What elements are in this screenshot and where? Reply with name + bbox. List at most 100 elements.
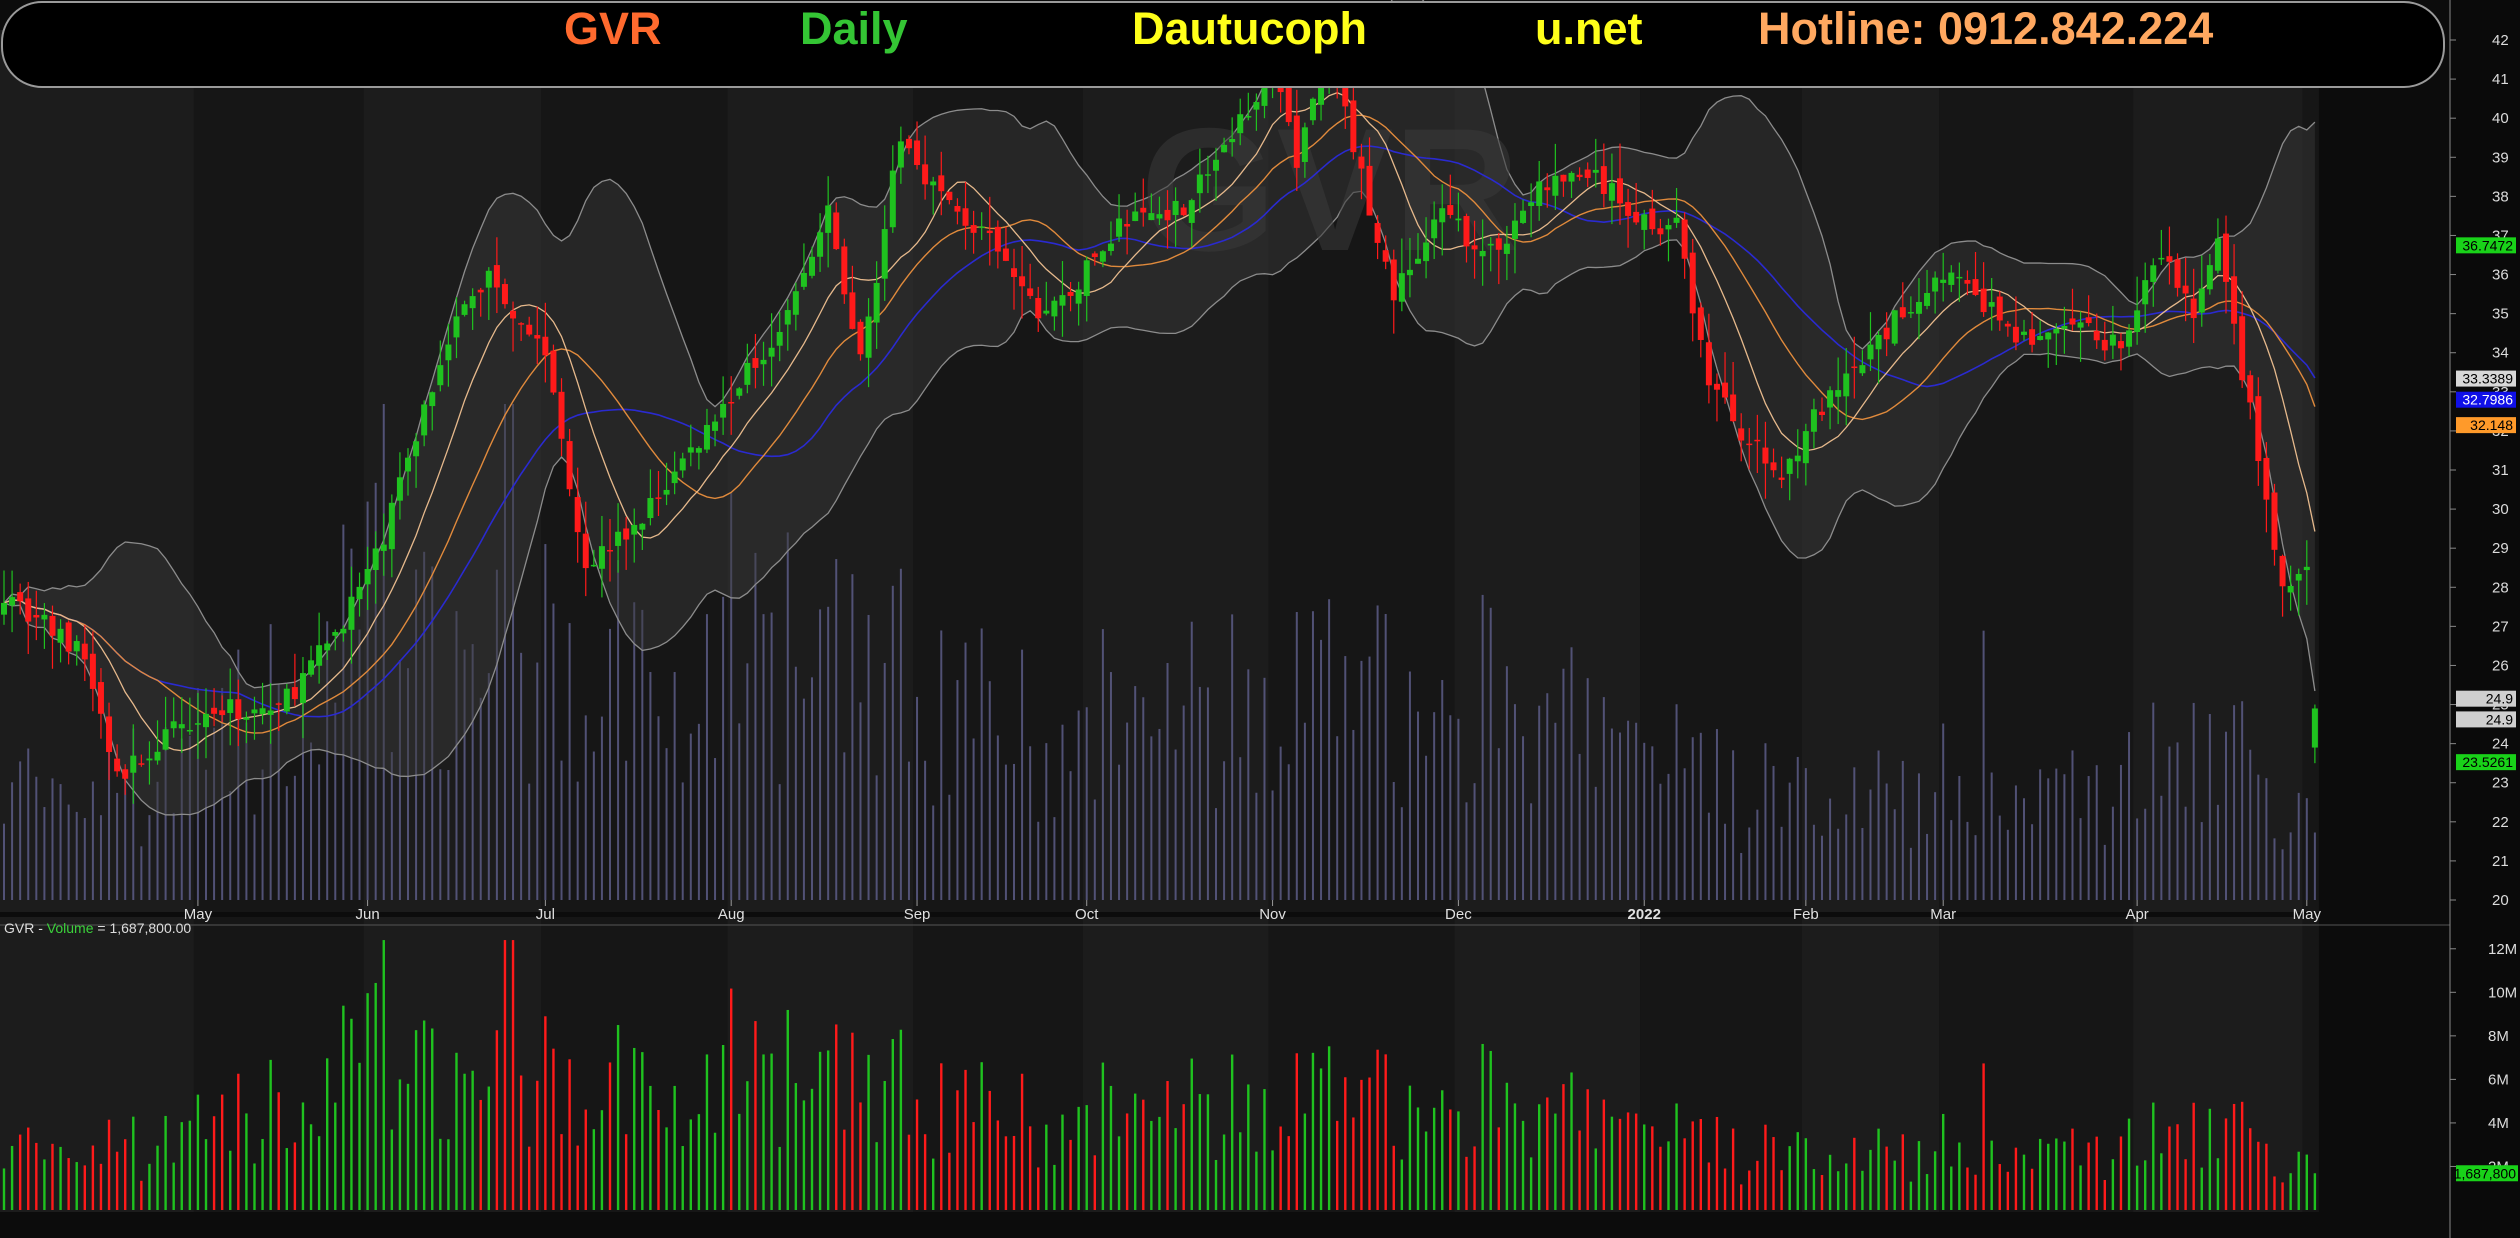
volume-bar [2030,1168,2034,1210]
price-volume-bar [665,748,668,900]
volume-bar [334,1102,337,1210]
candle-body [518,323,525,325]
volume-bar [697,1114,701,1210]
volume-bar [1166,1081,1169,1210]
volume-bar [1723,1168,1727,1210]
candle-body [1091,253,1098,258]
volume-bar [705,1054,709,1210]
volume-bar [196,1094,200,1210]
volume-tick-label: 6M [2488,1071,2509,1088]
volume-bar [923,1134,927,1210]
price-volume-bar [714,758,717,900]
volume-bar [2038,1138,2042,1210]
price-badge-label: 24.9 [2486,711,2513,727]
price-volume-bar [229,791,232,900]
volume-bar [802,1100,806,1210]
price-volume-bar [1659,783,1662,900]
candle-body [2303,566,2310,571]
volume-bar [59,1146,62,1210]
price-volume-bar [1417,711,1419,900]
price-volume-bar [1037,821,1040,900]
volume-bar [2192,1102,2195,1210]
candle-body [946,191,953,201]
price-volume-bar [746,663,749,900]
volume-bar [1901,1134,1904,1210]
volume-bar [2095,1136,2098,1210]
volume-bar [1513,1103,1517,1210]
volume-bar [1150,1120,1153,1210]
candle-body [1164,209,1171,221]
volume-bar [883,1080,886,1210]
price-volume-bar [891,585,894,900]
volume-bar [624,1134,628,1210]
price-volume-bar [1538,705,1541,900]
price-volume-bar [560,760,563,900]
candle-body [388,502,395,550]
volume-bar [439,1138,442,1210]
candle-body [49,615,56,636]
price-volume-bar [1489,607,1492,900]
volume-bar [51,1143,54,1210]
price-volume-bar [35,776,38,900]
volume-bar [1925,1174,1929,1210]
candle-body [1738,428,1745,441]
candle-body [2279,555,2286,587]
price-volume-bar [1901,760,1904,900]
candle-body [590,564,597,567]
month-label: Mar [1930,906,1956,923]
price-volume-bar [261,769,264,900]
price-volume-bar [1546,693,1549,900]
price-volume-bar [1441,680,1444,900]
volume-bar [1352,1117,1355,1210]
candle-body [2053,328,2060,334]
price-badge-label: 33.3389 [2462,371,2513,387]
price-volume-bar [2063,774,2066,900]
candle-body [1229,138,1236,143]
volume-bar [1336,1120,1339,1210]
volume-bar [754,1021,757,1210]
month-label: Nov [1259,906,1286,923]
price-volume-bar [2006,829,2009,900]
price-tick-label: 31 [2492,462,2509,479]
volume-bar [1327,1046,1331,1210]
candle-body [1891,310,1898,344]
candle-body [1754,439,1761,442]
price-volume-bar [811,677,813,900]
price-volume-bar [172,812,175,900]
candle-body [1673,217,1680,223]
candle-body [122,769,129,779]
candle-body [970,225,977,233]
price-volume-bar [1602,697,1605,900]
month-label: May [2293,906,2322,923]
candle-body [2287,585,2294,593]
volume-bar [1982,1063,1985,1210]
candle-body [493,265,500,288]
price-volume-bar [1182,705,1185,900]
candle-body [380,544,387,551]
price-volume-bar [907,761,910,900]
volume-bar [382,940,385,1210]
price-volume-bar [99,815,102,900]
volume-bar [1392,1145,1395,1210]
volume-bar [1554,1113,1557,1210]
volume-bar [1748,1170,1751,1210]
price-volume-bar [1384,614,1387,900]
candle-body [1309,98,1316,121]
price-volume-bar [2305,798,2308,900]
candle-body [1406,269,1413,276]
volume-bar [616,1025,620,1210]
volume-bar [948,1152,951,1210]
volume-bar [859,1102,862,1210]
price-volume-bar [1522,736,1525,900]
candle-body [841,246,848,295]
volume-bar [1279,1126,1282,1210]
volume-bar [1570,1072,1573,1210]
price-volume-bar [681,782,684,900]
price-tick-label: 24 [2492,736,2509,753]
volume-bar [1529,1157,1533,1210]
candle-body [2004,323,2011,327]
price-volume-bar [1271,790,1274,900]
candle-body [396,477,403,501]
volume-bar [164,1115,167,1210]
candle-body [1665,225,1672,230]
